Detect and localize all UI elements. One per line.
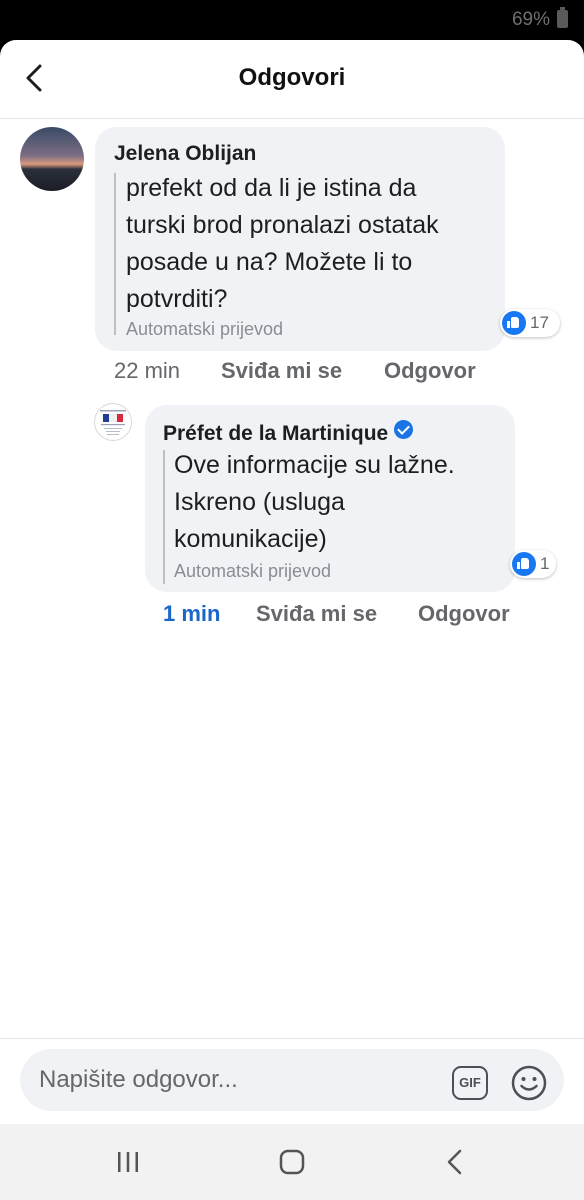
- reaction-count: 1: [540, 554, 550, 573]
- reply-author[interactable]: Préfet de la Martinique: [163, 420, 414, 446]
- reaction-count: 17: [530, 313, 549, 332]
- system-back-button[interactable]: [436, 1142, 476, 1182]
- comment-text: prefekt od da li je istina da turski bro…: [126, 174, 439, 313]
- battery-icon: [557, 7, 568, 28]
- status-bar: 69%: [0, 0, 584, 40]
- comment-author[interactable]: Jelena Oblijan: [114, 142, 256, 166]
- page-title: Odgovori: [238, 64, 346, 91]
- prefecture-logo-icon: [100, 410, 126, 435]
- auto-translation-label[interactable]: Automatski prijevod: [126, 319, 283, 340]
- reply-button[interactable]: Odgovor: [418, 601, 510, 627]
- emoji-icon: [511, 1065, 547, 1101]
- system-navigation-bar: [0, 1124, 584, 1200]
- reply-composer: GIF: [0, 1038, 584, 1124]
- reaction-summary[interactable]: 17: [500, 309, 560, 337]
- avatar[interactable]: [94, 403, 132, 441]
- reply-button[interactable]: Odgovor: [384, 358, 476, 384]
- reply-author-name: Préfet de la Martinique: [163, 422, 389, 445]
- home-icon: [279, 1149, 305, 1175]
- battery-level: 69%: [511, 9, 550, 30]
- emoji-button[interactable]: [510, 1064, 548, 1102]
- translation-quote-bar: [114, 173, 116, 335]
- like-button[interactable]: Sviđa mi se: [256, 601, 377, 627]
- like-button[interactable]: Sviđa mi se: [221, 358, 342, 384]
- reaction-summary[interactable]: 1: [510, 550, 556, 578]
- recent-apps-icon: [118, 1152, 138, 1172]
- home-button[interactable]: [272, 1142, 312, 1182]
- auto-translation-label[interactable]: Automatski prijevod: [174, 561, 331, 582]
- gif-button[interactable]: GIF: [452, 1066, 488, 1100]
- recent-apps-button[interactable]: [108, 1142, 148, 1182]
- verified-badge-icon: [394, 420, 414, 439]
- header: Odgovori: [0, 40, 584, 119]
- replies-sheet: Odgovori Jelena Oblijan prefekt od da li…: [0, 40, 584, 1124]
- avatar[interactable]: [20, 127, 84, 191]
- reply-time: 1 min: [163, 601, 221, 626]
- back-icon: [447, 1149, 462, 1175]
- like-icon: [512, 552, 536, 576]
- comment-time: 22 min: [114, 358, 181, 383]
- translation-quote-bar: [163, 450, 165, 584]
- reply-text: Ove informacije su lažne. Iskreno (uslug…: [174, 451, 455, 553]
- like-icon: [502, 311, 526, 335]
